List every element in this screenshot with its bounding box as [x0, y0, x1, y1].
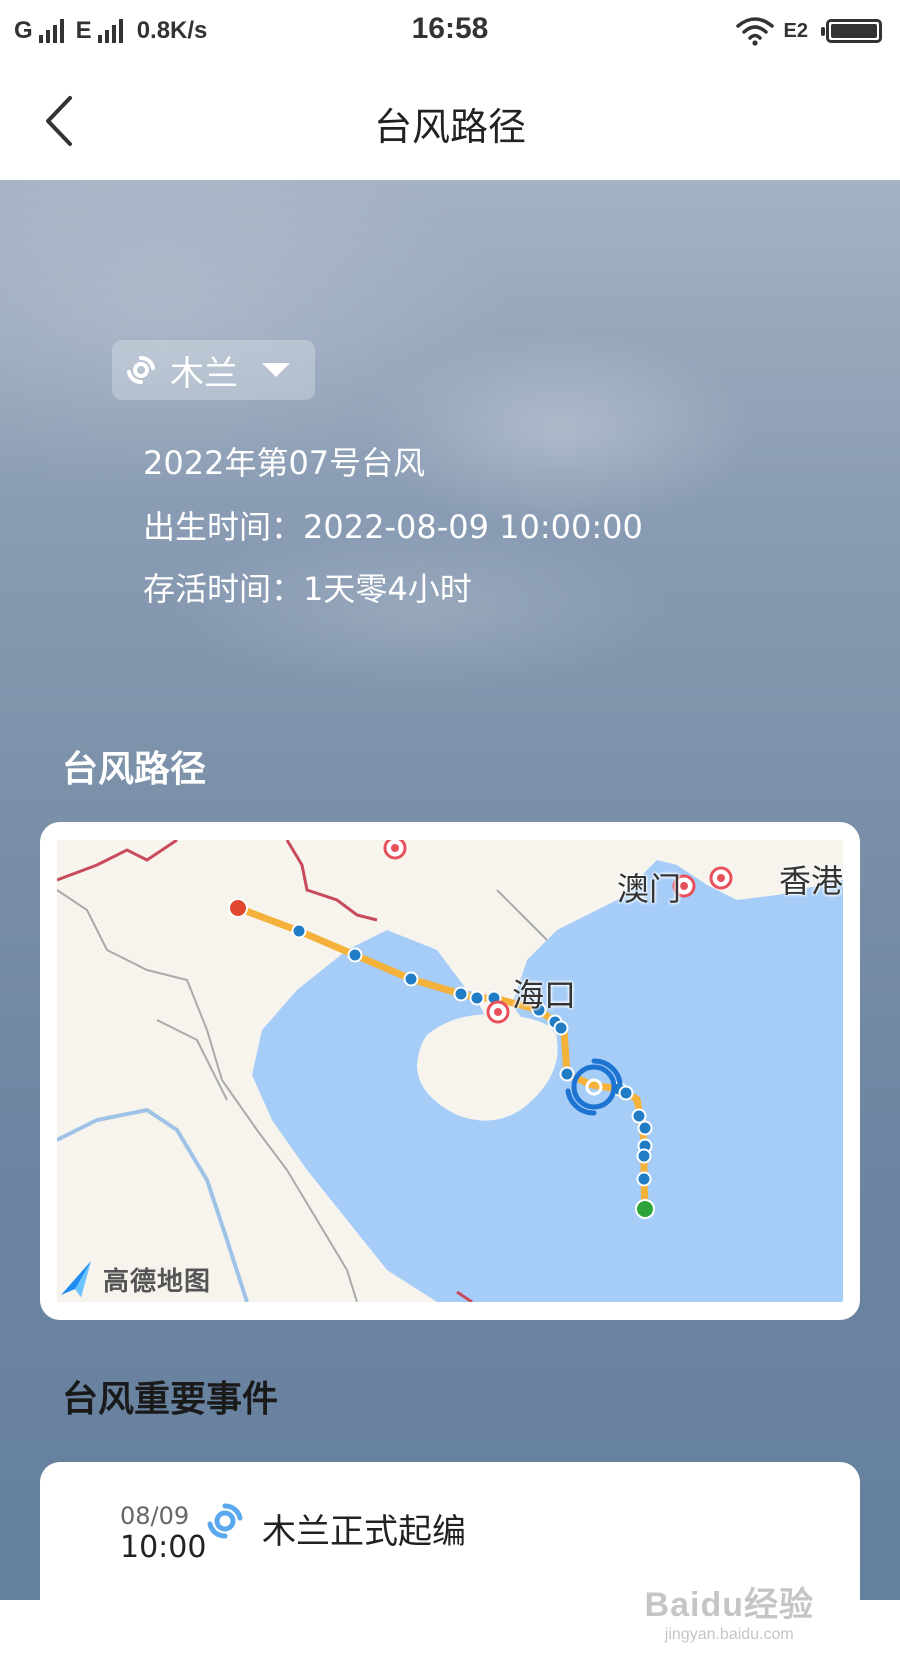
- typhoon-selector[interactable]: 木兰: [112, 340, 315, 400]
- battery-level: [831, 24, 877, 38]
- typhoon-icon: [207, 1503, 243, 1539]
- status-right: E2: [735, 14, 882, 48]
- typhoon-name: 木兰: [170, 353, 238, 394]
- section-title-path: 台风路径: [62, 749, 207, 790]
- map-card: 海口 澳门 香港 高德地图: [40, 822, 860, 1320]
- watermark-sub: jingyan.baidu.com: [664, 1626, 794, 1643]
- typhoon-icon: [127, 355, 155, 385]
- typhoon-code: 2022年第07号台风: [143, 444, 426, 482]
- city-marker-hongkong: [709, 866, 733, 890]
- amap-logo-icon: [61, 1261, 91, 1297]
- status-bar: G E 0.8K/s 16:58 E2: [0, 0, 900, 62]
- battery-icon: [821, 19, 882, 43]
- map-label-haikou: 海口: [512, 976, 577, 1014]
- city-marker-north: [383, 840, 407, 860]
- event-date: 08/09: [120, 1502, 190, 1530]
- wifi-icon: [735, 17, 774, 46]
- track-end-point: [228, 898, 248, 918]
- map-canvas[interactable]: [57, 840, 843, 1302]
- track-start-point: [635, 1199, 655, 1219]
- typhoon-alive-time: 存活时间：1天零4小时: [143, 570, 472, 608]
- typhoon-map[interactable]: 海口 澳门 香港 高德地图: [57, 840, 843, 1302]
- event-text: 木兰正式起编: [262, 1512, 466, 1552]
- map-label-macau: 澳门: [617, 870, 682, 908]
- map-label-hongkong: 香港: [779, 862, 843, 900]
- watermark: Baidu经验 jingyan.baidu.com: [645, 1577, 814, 1644]
- typhoon-hero: 木兰 2022年第07号台风 出生时间：2022-08-09 10:00:00 …: [0, 180, 900, 1662]
- event-time: 10:00: [120, 1530, 207, 1565]
- watermark-main: Baidu经验: [644, 1586, 814, 1624]
- typhoon-birth-time: 出生时间：2022-08-09 10:00:00: [143, 508, 643, 546]
- map-provider-name: 高德地图: [103, 1266, 212, 1297]
- section-title-events: 台风重要事件: [62, 1379, 279, 1420]
- nav-bar: 台风路径: [0, 62, 900, 180]
- event-card: 08/09 10:00 木兰正式起编 Baidu经验 jingyan.baidu…: [40, 1462, 860, 1662]
- city-marker-haikou: [486, 1000, 510, 1024]
- page-title: 台风路径: [373, 105, 526, 149]
- chevron-down-icon: [262, 363, 290, 377]
- network-badge: E2: [783, 19, 808, 42]
- map-provider-logo: 高德地图: [57, 1256, 211, 1302]
